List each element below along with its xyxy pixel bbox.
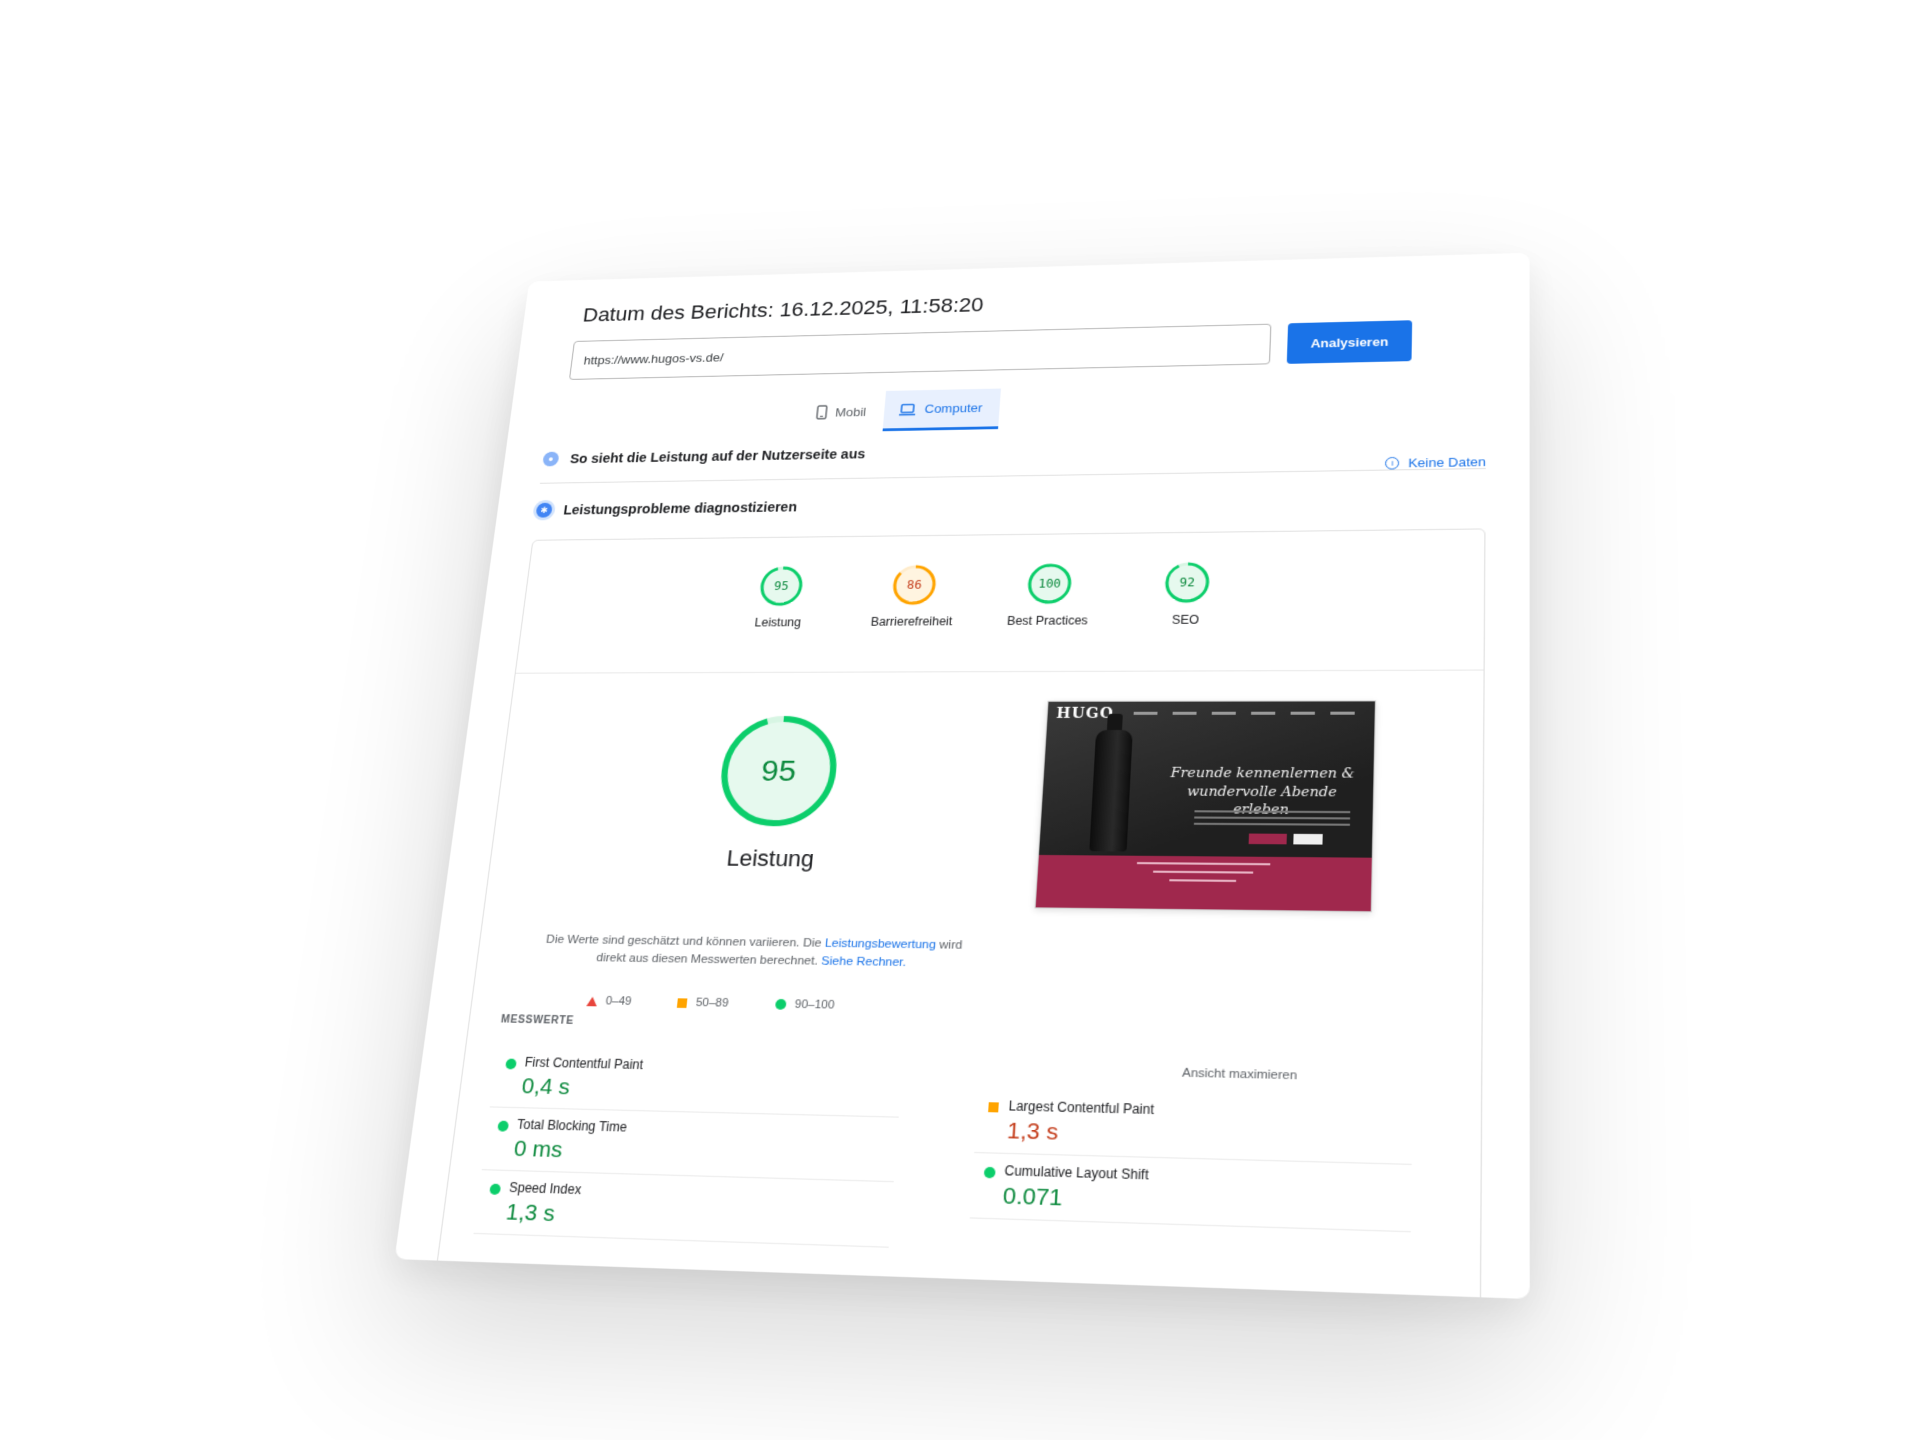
- url-input[interactable]: [568, 323, 1272, 380]
- metric-value: 1,3 s: [1006, 1118, 1060, 1146]
- note-text: Die Werte sind geschätzt und können vari…: [545, 933, 823, 950]
- category-gauges: 95 Leistung 86 Barrierefreiheit 100 Best…: [717, 559, 1312, 670]
- metric-first-contentful-paint: First Contentful Paint 0,4 s: [489, 1045, 904, 1118]
- good-indicator-icon: [489, 1183, 502, 1195]
- gauge-best-practices-value: 100: [1038, 576, 1062, 590]
- gauge-best-practices-ring: 100: [1024, 561, 1075, 606]
- metrics-section-label: MESSWERTE: [500, 1014, 575, 1028]
- metric-value: 1,3 s: [504, 1199, 557, 1227]
- gauge-barrierefreiheit-ring: 86: [889, 563, 940, 608]
- performance-score-link[interactable]: Leistungsbewertung: [824, 937, 936, 951]
- gauge-barrierefreiheit-label: Barrierefreiheit: [870, 614, 953, 629]
- metric-name: Total Blocking Time: [516, 1116, 628, 1135]
- scores-panel: 95 Leistung 86 Barrierefreiheit 100 Best…: [435, 528, 1486, 1300]
- good-indicator-icon: [497, 1120, 510, 1132]
- legend-average-label: 50–89: [695, 996, 730, 1010]
- good-indicator-icon: [983, 1166, 996, 1179]
- tab-mobile-label: Mobil: [834, 404, 867, 419]
- metric-name: Cumulative Layout Shift: [1004, 1162, 1150, 1183]
- legend-good: 90–100: [775, 998, 835, 1012]
- gauge-leistung[interactable]: 95 Leistung: [721, 564, 839, 630]
- performance-label: Leistung: [725, 845, 816, 872]
- gauge-seo[interactable]: 92 SEO: [1126, 559, 1247, 627]
- legend-good-label: 90–100: [794, 998, 835, 1012]
- preview-primary-button: [1248, 833, 1287, 845]
- maximize-view-link[interactable]: Ansicht maximieren: [1182, 1067, 1297, 1083]
- legend-poor: 0–49: [586, 995, 632, 1008]
- gauge-leistung-ring: 95: [756, 564, 807, 608]
- info-icon: i: [1385, 456, 1400, 470]
- stage: Datum des Berichts: 16.12.2025, 11:58:20…: [0, 0, 1920, 1440]
- performance-gauge: 95 Leistung: [613, 711, 941, 874]
- score-note: Die Werte sind geschätzt und können vari…: [528, 931, 977, 974]
- smartphone-icon: [816, 405, 828, 420]
- laptop-icon: [898, 403, 917, 416]
- tab-mobile[interactable]: Mobil: [801, 391, 883, 433]
- section-user-experience-title: So sieht die Leistung auf der Nutzerseit…: [569, 446, 866, 466]
- tab-computer[interactable]: Computer: [882, 388, 1001, 432]
- metric-name: First Contentful Paint: [523, 1054, 644, 1073]
- wine-bottle-image: [1089, 729, 1133, 852]
- circle-icon: [775, 998, 787, 1010]
- gauge-best-practices[interactable]: 100 Best Practices: [989, 561, 1109, 628]
- device-tabs: Mobil Computer: [801, 388, 1001, 433]
- score-legend: 0–49 50–89 90–100: [586, 995, 835, 1012]
- report-title: Datum des Berichts: 16.12.2025, 11:58:20: [581, 293, 985, 326]
- calculator-link[interactable]: Siehe Rechner.: [821, 955, 907, 969]
- metric-value: 0.071: [1002, 1183, 1064, 1212]
- metric-speed-index: Speed Index 1,3 s: [473, 1170, 894, 1248]
- metric-name: Largest Contentful Paint: [1008, 1098, 1155, 1118]
- section-diagnose: ✱ Leistungsprobleme diagnostizieren: [534, 480, 1486, 527]
- analyze-button[interactable]: Analysieren: [1286, 320, 1413, 364]
- performance-score-value: 95: [760, 754, 798, 788]
- metric-total-blocking-time: Total Blocking Time 0 ms: [481, 1107, 899, 1183]
- metric-name: Speed Index: [508, 1179, 583, 1198]
- gauge-best-practices-label: Best Practices: [1006, 613, 1089, 628]
- gauge-seo-value: 92: [1179, 575, 1195, 589]
- url-row: Analysieren: [568, 320, 1440, 380]
- metric-value: 0 ms: [512, 1136, 564, 1163]
- good-indicator-icon: [505, 1058, 517, 1070]
- legend-average: 50–89: [677, 996, 729, 1010]
- preview-secondary-button: [1293, 833, 1323, 845]
- triangle-icon: [586, 996, 598, 1006]
- square-icon: [677, 997, 688, 1008]
- gauges-divider: [515, 669, 1484, 674]
- no-data-label: Keine Daten: [1408, 454, 1486, 471]
- user-experience-icon: ●: [542, 451, 560, 467]
- gauge-seo-label: SEO: [1171, 612, 1200, 627]
- preview-footer-band: [1035, 854, 1372, 912]
- section-diagnose-title: Leistungsprobleme diagnostizieren: [562, 499, 798, 518]
- section-user-experience: ● So sieht die Leistung auf der Nutzerse…: [541, 426, 1486, 476]
- no-data-link[interactable]: i Keine Daten: [1385, 454, 1486, 471]
- legend-poor-label: 0–49: [605, 994, 633, 1009]
- tab-computer-label: Computer: [924, 400, 983, 416]
- performance-gauge-ring: 95: [710, 711, 846, 832]
- gauge-leistung-value: 95: [773, 579, 789, 593]
- metric-largest-contentful-paint: Largest Contentful Paint 1,3 s: [974, 1088, 1413, 1165]
- report-card: Datum des Berichts: 16.12.2025, 11:58:20…: [394, 252, 1530, 1300]
- gauge-barrierefreiheit[interactable]: 86 Barrierefreiheit: [854, 562, 973, 629]
- lab-diagnostic-icon: ✱: [535, 502, 553, 518]
- gauge-barrierefreiheit-value: 86: [906, 577, 922, 591]
- preview-logo: HUGO: [1055, 705, 1115, 722]
- preview-text-lines: [1193, 810, 1351, 830]
- page-screenshot-preview[interactable]: HUGO Freunde kennenlernen & wundervolle …: [1034, 700, 1377, 913]
- metric-cumulative-layout-shift: Cumulative Layout Shift 0.071: [969, 1153, 1412, 1233]
- gauge-leistung-label: Leistung: [754, 615, 802, 630]
- metric-value: 0,4 s: [520, 1073, 572, 1100]
- average-indicator-icon: [988, 1102, 999, 1113]
- gauge-seo-ring: 92: [1162, 560, 1213, 605]
- preview-nav: [1133, 711, 1355, 715]
